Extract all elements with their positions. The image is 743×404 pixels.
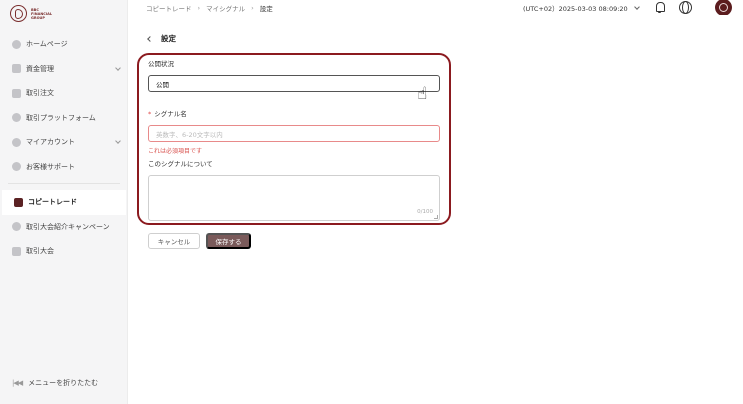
char-count: 0/100 (417, 209, 433, 215)
breadcrumb-item-settings: 設定 (259, 5, 273, 13)
signal-name-label-row: * シグナル名 (148, 108, 187, 118)
public-status-label: 公開状況 (148, 60, 174, 68)
sidebar-item-label: 取引大会 (26, 247, 54, 256)
breadcrumb-item-my-signal[interactable]: マイシグナル (206, 3, 245, 13)
breadcrumb: コピートレード › マイシグナル › 設定 (146, 3, 273, 13)
trophy-icon (12, 246, 21, 256)
avatar[interactable] (715, 0, 732, 16)
sidebar-item-label: コピートレード (28, 198, 77, 207)
collapse-menu-button[interactable]: |◀◀ メニューを折りたたむ (12, 378, 98, 388)
sidebar-item-funds[interactable]: 資金管理 (0, 57, 128, 82)
sidebar-item-label: お客様サポート (26, 162, 75, 171)
save-button[interactable]: 保存する (206, 233, 251, 249)
referral-icon (12, 222, 21, 232)
sidebar-item-support[interactable]: お客様サポート (0, 155, 128, 180)
sidebar-item-label: ホームページ (26, 40, 68, 49)
sidebar-item-home[interactable]: ホームページ (0, 32, 128, 57)
chevron-right-icon: › (251, 4, 254, 12)
user-icon (12, 137, 21, 147)
public-status-select[interactable]: 公開 (148, 75, 440, 92)
sidebar-item-referral[interactable]: 取引大会紹介キャンペーン (0, 215, 128, 240)
timezone-text: (UTC+02）2025-03-03 08:09:20 (523, 5, 628, 13)
sidebar-item-label: 取引プラットフォーム (26, 113, 96, 122)
sidebar-item-label: 取引注文 (26, 89, 54, 98)
public-status-value: 公開 (156, 80, 169, 89)
sidebar-nav: ホームページ 資金管理 取引注文 取引プラットフォーム マイアカウント お客様サ… (0, 32, 128, 264)
sidebar-item-account[interactable]: マイアカウント (0, 130, 128, 155)
sidebar-item-contest[interactable]: 取引大会 (0, 239, 128, 264)
signal-name-placeholder: 英数字、6-20文字以内 (156, 130, 223, 139)
globe-icon[interactable] (679, 1, 692, 14)
chevron-down-icon (115, 64, 121, 71)
cancel-button[interactable]: キャンセル (148, 233, 200, 249)
signal-name-input[interactable]: 英数字、6-20文字以内 (148, 125, 440, 142)
copy-trade-icon (14, 197, 23, 207)
page-title: 設定 (161, 34, 176, 43)
collapse-menu-label: メニューを折りたたむ (28, 379, 99, 387)
sidebar-item-orders[interactable]: 取引注文 (0, 81, 128, 106)
sidebar-item-copy-trade[interactable]: コピートレード (2, 190, 126, 215)
collapse-icon: |◀◀ (12, 379, 23, 387)
signal-name-label: シグナル名 (154, 110, 187, 118)
topbar: コピートレード › マイシグナル › 設定 (UTC+02）2025-03-03… (128, 0, 743, 16)
sidebar: BBC FINANCIAL GROUP ホームページ 資金管理 取引注文 取引プ… (0, 0, 128, 404)
required-mark: * (148, 110, 152, 118)
bell-icon[interactable] (654, 1, 666, 13)
sidebar-item-label: マイアカウント (26, 138, 75, 147)
help-icon (12, 162, 21, 172)
sidebar-item-label: 資金管理 (26, 64, 54, 73)
about-signal-label: このシグナルについて (148, 160, 213, 168)
logo-icon (10, 5, 27, 22)
chevron-right-icon: › (197, 4, 201, 12)
timezone-selector[interactable]: (UTC+02）2025-03-03 08:09:20 (523, 3, 640, 13)
signal-name-error: これは必須項目です (148, 148, 203, 155)
breadcrumb-item-copy-trade[interactable]: コピートレード (146, 3, 192, 13)
resize-handle-icon[interactable] (434, 215, 438, 219)
platform-icon (12, 113, 21, 123)
main-content: 設定 公開状況 公開 * シグナル名 英数字、6-20文字以内 これは必須項目です… (128, 15, 743, 404)
sidebar-item-platform[interactable]: 取引プラットフォーム (0, 106, 128, 131)
wallet-icon (12, 64, 21, 74)
brand-logo[interactable]: BBC FINANCIAL GROUP (10, 5, 59, 22)
order-icon (12, 88, 21, 98)
sidebar-item-label: 取引大会紹介キャンペーン (26, 222, 110, 231)
about-signal-textarea[interactable]: 0/100 (148, 175, 440, 221)
hand-cursor-icon: ☝ (417, 84, 428, 104)
back-chevron-icon[interactable] (147, 35, 153, 42)
home-icon (12, 39, 21, 49)
sidebar-divider (8, 183, 120, 184)
chevron-down-icon (115, 138, 121, 144)
page-header: 設定 (147, 33, 176, 44)
chevron-down-icon (633, 4, 640, 10)
logo-text: BBC FINANCIAL GROUP (31, 7, 53, 20)
